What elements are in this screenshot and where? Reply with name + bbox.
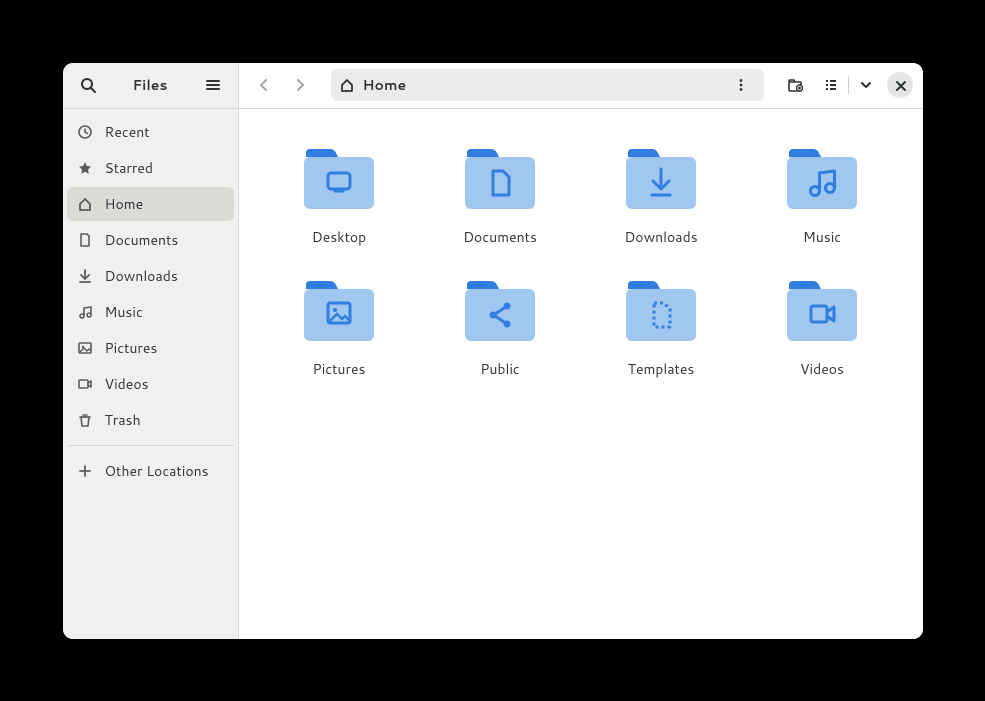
sidebar-item-label: Recent xyxy=(105,122,150,142)
folder-label: Music xyxy=(803,227,841,247)
folder-label: Desktop xyxy=(312,227,366,247)
sidebar-item-pictures[interactable]: Pictures xyxy=(67,331,234,365)
folder-item-public[interactable]: Public xyxy=(420,271,581,379)
clock-icon xyxy=(77,124,93,140)
new-folder-button[interactable] xyxy=(780,70,810,100)
folder-icon xyxy=(622,139,700,217)
new-folder-icon xyxy=(787,77,803,93)
forward-button[interactable] xyxy=(285,70,315,100)
sidebar-item-home[interactable]: Home xyxy=(67,187,234,221)
home-icon xyxy=(339,77,355,93)
sidebar-item-label: Documents xyxy=(105,230,179,250)
folder-item-templates[interactable]: Templates xyxy=(581,271,742,379)
folder-label: Pictures xyxy=(313,359,366,379)
music-icon xyxy=(77,304,93,320)
file-manager-window: Files Home xyxy=(63,63,923,639)
folder-icon xyxy=(461,139,539,217)
sidebar-item-label: Other Locations xyxy=(105,461,209,481)
folder-item-videos[interactable]: Videos xyxy=(742,271,903,379)
close-icon xyxy=(893,78,907,92)
download-icon xyxy=(77,268,93,284)
sidebar-item-label: Pictures xyxy=(105,338,158,358)
trash-icon xyxy=(77,412,93,428)
list-view-button[interactable] xyxy=(816,70,846,100)
folder-label: Videos xyxy=(800,359,844,379)
sidebar-item-label: Trash xyxy=(105,410,141,430)
back-button[interactable] xyxy=(249,70,279,100)
folder-icon xyxy=(783,139,861,217)
sidebar-item-label: Home xyxy=(105,194,144,214)
folder-icon xyxy=(622,271,700,349)
kebab-icon xyxy=(733,77,749,93)
view-switcher xyxy=(816,70,881,100)
folder-item-documents[interactable]: Documents xyxy=(420,139,581,247)
list-icon xyxy=(823,77,839,93)
sidebar-item-other-locations[interactable]: Other Locations xyxy=(67,454,234,488)
folder-label: Public xyxy=(480,359,520,379)
sidebar-item-label: Downloads xyxy=(105,266,178,286)
folder-item-pictures[interactable]: Pictures xyxy=(259,271,420,379)
chevron-left-icon xyxy=(256,77,272,93)
search-button[interactable] xyxy=(73,70,103,100)
folder-icon xyxy=(300,139,378,217)
hamburger-icon xyxy=(205,77,221,93)
folder-icon xyxy=(783,271,861,349)
sidebar-item-documents[interactable]: Documents xyxy=(67,223,234,257)
sidebar-item-music[interactable]: Music xyxy=(67,295,234,329)
search-icon xyxy=(80,77,96,93)
star-icon xyxy=(77,160,93,176)
folder-label: Downloads xyxy=(624,227,697,247)
sidebar-item-trash[interactable]: Trash xyxy=(67,403,234,437)
chevron-right-icon xyxy=(292,77,308,93)
headerbar: Files Home xyxy=(63,63,923,109)
app-title: Files xyxy=(133,75,168,95)
sidebar-item-downloads[interactable]: Downloads xyxy=(67,259,234,293)
folder-item-music[interactable]: Music xyxy=(742,139,903,247)
pathbar-menu-button[interactable] xyxy=(726,70,756,100)
folder-item-downloads[interactable]: Downloads xyxy=(581,139,742,247)
plus-icon xyxy=(77,463,93,479)
headerbar-main: Home xyxy=(239,63,923,108)
folder-grid[interactable]: Desktop Documents Downloads Music Pictur… xyxy=(239,109,923,639)
folder-label: Documents xyxy=(463,227,537,247)
headerbar-sidebar: Files xyxy=(63,63,239,108)
pathbar[interactable]: Home xyxy=(331,69,764,101)
sidebar-item-recent[interactable]: Recent xyxy=(67,115,234,149)
chevron-down-icon xyxy=(858,77,874,93)
video-icon xyxy=(77,376,93,392)
sidebar-item-label: Videos xyxy=(105,374,149,394)
pathbar-location: Home xyxy=(363,75,407,95)
sidebar: Recent Starred Home Documents Downloads … xyxy=(63,109,239,639)
folder-label: Templates xyxy=(628,359,695,379)
sidebar-menu-button[interactable] xyxy=(198,70,228,100)
sidebar-item-label: Starred xyxy=(105,158,154,178)
folder-item-desktop[interactable]: Desktop xyxy=(259,139,420,247)
divider xyxy=(848,76,849,94)
document-icon xyxy=(77,232,93,248)
sidebar-item-starred[interactable]: Starred xyxy=(67,151,234,185)
sidebar-separator xyxy=(67,445,234,446)
sidebar-item-label: Music xyxy=(105,302,143,322)
folder-icon xyxy=(461,271,539,349)
folder-icon xyxy=(300,271,378,349)
body: Recent Starred Home Documents Downloads … xyxy=(63,109,923,639)
sidebar-item-videos[interactable]: Videos xyxy=(67,367,234,401)
home-icon xyxy=(77,196,93,212)
view-options-button[interactable] xyxy=(851,70,881,100)
close-button[interactable] xyxy=(887,72,913,98)
picture-icon xyxy=(77,340,93,356)
